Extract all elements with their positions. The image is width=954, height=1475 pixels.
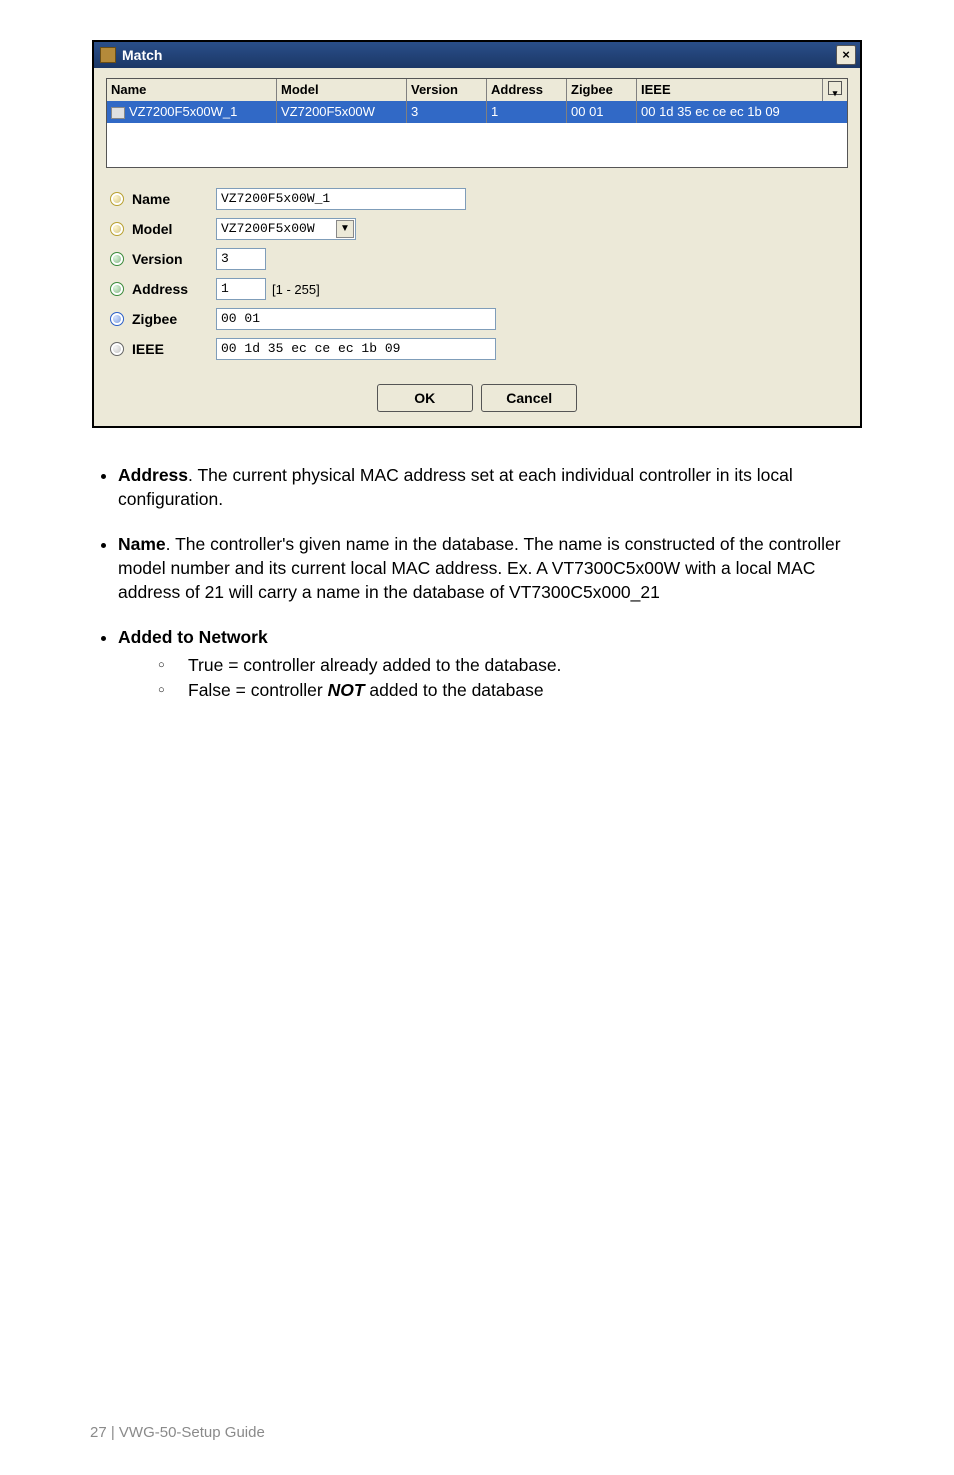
cell-version: 3 — [407, 101, 487, 123]
cell-name: VZ7200F5x00W_1 — [107, 101, 277, 123]
col-model[interactable]: Model — [277, 79, 407, 101]
radio-ieee[interactable] — [110, 342, 124, 356]
table-row[interactable]: VZ7200F5x00W_1 VZ7200F5x00W 3 1 00 01 00… — [107, 101, 847, 123]
cell-zigbee: 00 01 — [567, 101, 637, 123]
bullet-added-label: Added to Network — [118, 627, 268, 647]
cell-model: VZ7200F5x00W — [277, 101, 407, 123]
results-table: Name Model Version Address Zigbee IEEE ▾… — [106, 78, 848, 168]
bullet-added: Added to Network True = controller alrea… — [118, 626, 864, 703]
label-ieee: IEEE — [132, 341, 216, 357]
cancel-button[interactable]: Cancel — [481, 384, 577, 412]
address-input[interactable]: 1 — [216, 278, 266, 300]
bullet-address-label: Address — [118, 465, 188, 485]
radio-name[interactable] — [110, 192, 124, 206]
label-name: Name — [132, 191, 216, 207]
bullet-name: Name. The controller's given name in the… — [118, 533, 864, 604]
col-version[interactable]: Version — [407, 79, 487, 101]
row-address: Address 1 [1 - 255] — [110, 274, 844, 304]
col-menu[interactable]: ▾ — [823, 79, 847, 101]
col-name[interactable]: Name — [107, 79, 277, 101]
radio-model[interactable] — [110, 222, 124, 236]
device-icon — [111, 107, 125, 119]
sub-true: True = controller already added to the d… — [158, 654, 864, 678]
bullet-name-text: . The controller's given name in the dat… — [118, 534, 841, 601]
dialog-title: Match — [122, 42, 162, 68]
version-input[interactable]: 3 — [216, 248, 266, 270]
app-icon — [100, 47, 116, 63]
bullet-address: Address. The current physical MAC addres… — [118, 464, 864, 511]
bullet-address-text: . The current physical MAC address set a… — [118, 465, 793, 509]
cell-ieee: 00 1d 35 ec ce ec 1b 09 — [637, 101, 847, 123]
label-version: Version — [132, 251, 216, 267]
row-zigbee: Zigbee 00 01 — [110, 304, 844, 334]
name-input[interactable]: VZ7200F5x00W_1 — [216, 188, 466, 210]
close-button[interactable]: × — [836, 45, 856, 65]
zigbee-input[interactable]: 00 01 — [216, 308, 496, 330]
sub-false: False = controller NOT added to the data… — [158, 679, 864, 703]
page-footer: 27 | VWG-50-Setup Guide — [90, 1424, 265, 1441]
table-header-row: Name Model Version Address Zigbee IEEE ▾ — [107, 79, 847, 101]
cell-address: 1 — [487, 101, 567, 123]
address-range: [1 - 255] — [272, 282, 320, 297]
bullet-name-label: Name — [118, 534, 166, 554]
label-zigbee: Zigbee — [132, 311, 216, 327]
col-ieee[interactable]: IEEE — [637, 79, 823, 101]
button-row: OK Cancel — [106, 384, 848, 412]
model-combo[interactable]: VZ7200F5x00W — [216, 218, 356, 240]
radio-zigbee[interactable] — [110, 312, 124, 326]
row-name: Name VZ7200F5x00W_1 — [110, 184, 844, 214]
ieee-input[interactable]: 00 1d 35 ec ce ec 1b 09 — [216, 338, 496, 360]
label-address: Address — [132, 281, 216, 297]
col-zigbee[interactable]: Zigbee — [567, 79, 637, 101]
radio-address[interactable] — [110, 282, 124, 296]
row-model: Model VZ7200F5x00W ▼ — [110, 214, 844, 244]
chevron-down-icon[interactable]: ▼ — [336, 220, 354, 238]
ok-button[interactable]: OK — [377, 384, 473, 412]
label-model: Model — [132, 221, 216, 237]
table-blank — [107, 123, 847, 167]
form-area: Name VZ7200F5x00W_1 Model VZ7200F5x00W ▼… — [106, 178, 848, 370]
match-dialog: Match × Name Model Version Address Zigbe… — [92, 40, 862, 428]
document-text: Address. The current physical MAC addres… — [90, 464, 864, 703]
col-address[interactable]: Address — [487, 79, 567, 101]
row-ieee: IEEE 00 1d 35 ec ce ec 1b 09 — [110, 334, 844, 364]
dialog-titlebar: Match × — [94, 42, 860, 68]
radio-version[interactable] — [110, 252, 124, 266]
row-version: Version 3 — [110, 244, 844, 274]
